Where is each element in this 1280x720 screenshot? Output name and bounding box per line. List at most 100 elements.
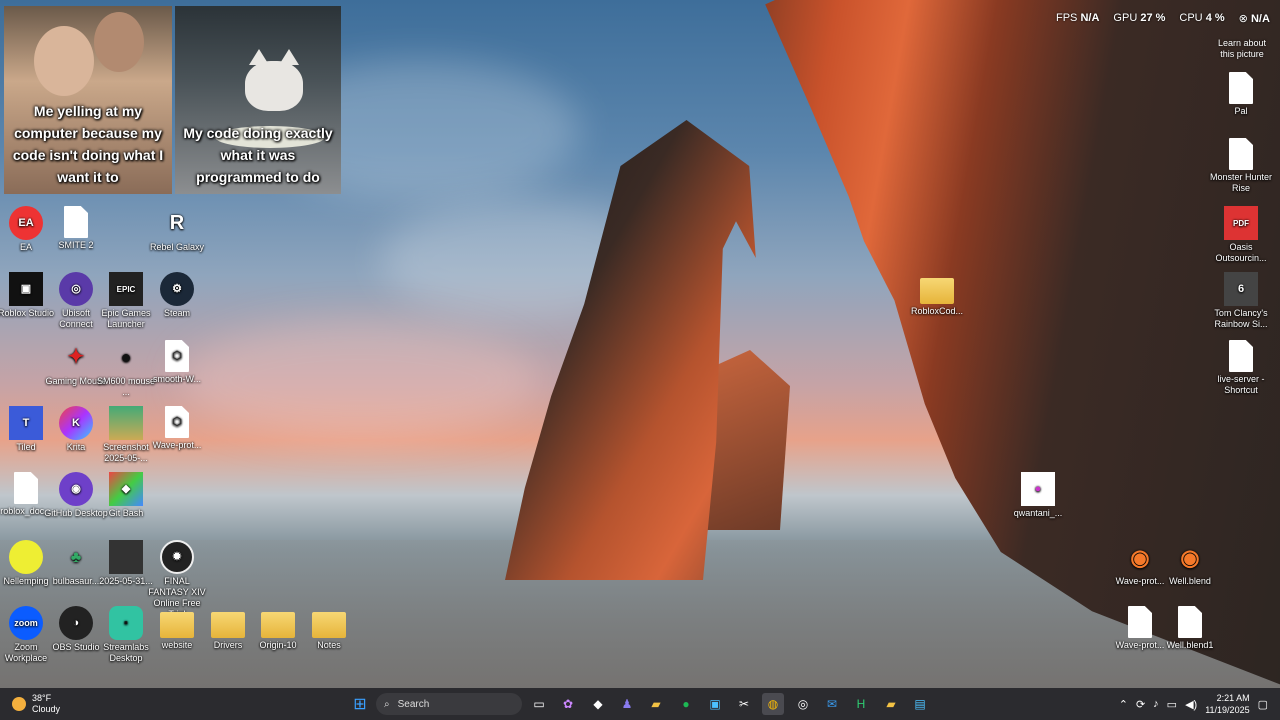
cube-file-icon: ⬡ xyxy=(165,340,189,372)
desktop-icon-smooth-w[interactable]: ⬡ smooth-W... xyxy=(145,340,209,385)
sync-icon[interactable]: ⟳ xyxy=(1136,698,1145,711)
file-icon xyxy=(1229,138,1253,170)
folder-icon xyxy=(211,612,245,638)
epic-games-icon: EPIC xyxy=(109,272,143,306)
remote-desktop-button[interactable]: ▣ xyxy=(704,693,726,715)
file-icon xyxy=(64,206,88,238)
github-taskbar-button[interactable]: ◎ xyxy=(792,693,814,715)
zoom-icon: zoom xyxy=(9,606,43,640)
weather-widget[interactable]: 38°F Cloudy xyxy=(12,693,60,715)
folder-icon xyxy=(160,612,194,638)
notification-icon[interactable]: ▢ xyxy=(1258,698,1268,711)
cat-illustration xyxy=(245,49,303,111)
desktop-icon-smite2[interactable]: SMITE 2 xyxy=(44,206,108,251)
image-icon xyxy=(109,540,143,574)
snipping-tool-button[interactable]: ✂ xyxy=(733,693,755,715)
teams-icon: ♟ xyxy=(621,697,633,711)
desktop-icon-rainbow-six[interactable]: 6 Tom Clancy's Rainbow Si... xyxy=(1209,272,1273,330)
teams-button[interactable]: ♟ xyxy=(616,693,638,715)
cpu-value: 4 % xyxy=(1205,12,1225,24)
obs-icon: ◑ xyxy=(59,606,93,640)
desktop-icon-steam[interactable]: ⚙ Steam xyxy=(145,272,209,319)
windows-logo-icon: ⊞ xyxy=(353,696,367,713)
krita-icon: K xyxy=(59,406,93,440)
roblox-studio-icon: ▣ xyxy=(9,272,43,306)
folder-icon xyxy=(920,278,954,304)
mouse-icon: ● xyxy=(120,346,132,367)
folder-icon: ▰ xyxy=(886,697,896,711)
weather-description: Cloudy xyxy=(32,704,61,714)
clock-time: 2:21 AM xyxy=(1216,693,1250,703)
chevron-up-icon[interactable]: ⌃ xyxy=(1119,698,1128,711)
ffxiv-icon: ✹ xyxy=(160,540,194,574)
blender-icon: ◉ xyxy=(1180,544,1200,570)
desktop-icon-wave-prot[interactable]: ⬡ Wave-prot... xyxy=(145,406,209,451)
desktop-icon-notes[interactable]: Notes xyxy=(297,606,361,651)
system-tray: ⌃ ⟳ ♪ ▭ ◀) 2:21 AM 11/19/2025 ▢ xyxy=(1119,692,1268,716)
folder-taskbar-button[interactable]: ▰ xyxy=(880,693,902,715)
pdf-icon: PDF xyxy=(1224,206,1258,240)
desktop-icon-git-bash[interactable]: ◆ Git Bash xyxy=(94,472,158,519)
app-h-button[interactable]: H xyxy=(850,693,872,715)
meme-right-panel: My code doing exactly what it was progra… xyxy=(175,6,341,194)
meme-left-panel: Me yelling at my computer because my cod… xyxy=(4,6,172,194)
github-icon: ◉ xyxy=(59,472,93,506)
chrome-button[interactable]: ◍ xyxy=(762,693,784,715)
search-box[interactable]: ⌕ Search xyxy=(376,693,522,715)
file-icon xyxy=(1229,340,1253,372)
network-icon[interactable]: ▭ xyxy=(1167,698,1177,711)
clock[interactable]: 2:21 AM 11/19/2025 xyxy=(1205,692,1249,716)
file-icon xyxy=(1229,72,1253,104)
weather-temperature: 38°F xyxy=(32,693,52,703)
learn-about-picture[interactable]: Learn about this picture xyxy=(1212,38,1272,60)
tiled-icon: T xyxy=(9,406,43,440)
weather-cloudy-icon xyxy=(12,697,26,711)
h-app-icon: H xyxy=(856,697,866,711)
task-view-icon: ▭ xyxy=(533,697,545,711)
microphone-icon[interactable]: ♪ xyxy=(1153,698,1159,710)
copilot-icon: ✿ xyxy=(562,697,574,711)
volume-icon[interactable]: ◀) xyxy=(1185,698,1197,711)
start-button[interactable]: ⊞ xyxy=(349,693,371,715)
desktop-icon-rebel-galaxy[interactable]: R Rebel Galaxy xyxy=(145,206,209,253)
image-icon xyxy=(9,540,43,574)
chrome-icon: ◍ xyxy=(767,697,779,711)
cube-file-icon: ⬡ xyxy=(165,406,189,438)
spotify-button[interactable]: ● xyxy=(675,693,697,715)
folder-icon xyxy=(312,612,346,638)
desktop-icon-live-server[interactable]: live-server - Shortcut xyxy=(1209,340,1273,396)
desktop-icon-pal[interactable]: Pal xyxy=(1209,72,1273,117)
monitor-icon: ▣ xyxy=(709,697,721,711)
desktop-icon-oasis[interactable]: PDF Oasis Outsourcin... xyxy=(1209,206,1273,264)
file-icon xyxy=(1178,606,1202,638)
cpu-label: CPU xyxy=(1179,12,1203,24)
meme-left-caption: Me yelling at my computer because my cod… xyxy=(12,103,164,185)
gpu-value: 27 % xyxy=(1140,12,1166,24)
image-icon: ♣ xyxy=(70,548,82,566)
desktop-icon-qwantani[interactable]: ● qwantani_... xyxy=(1006,472,1070,519)
git-icon: ◆ xyxy=(109,472,143,506)
folder-icon xyxy=(261,612,295,638)
copilot-button[interactable]: ✿ xyxy=(557,693,579,715)
image-icon: ● xyxy=(1021,472,1055,506)
folder-icon: ▰ xyxy=(651,697,661,711)
desktop-icon-robloxcod[interactable]: RobloxCod... xyxy=(905,272,969,317)
meme-right-caption: My code doing exactly what it was progra… xyxy=(183,125,333,185)
desktop-icon-monster-hunter[interactable]: Monster Hunter Rise xyxy=(1209,138,1273,194)
desktop-icon-well-blend1[interactable]: Well.blend1 xyxy=(1158,606,1222,651)
outlook-button[interactable]: ✉ xyxy=(821,693,843,715)
rainbow-six-icon: 6 xyxy=(1224,272,1258,306)
snipping-icon: ✂ xyxy=(738,697,750,711)
notepad-button[interactable]: ▤ xyxy=(909,693,931,715)
roblox-taskbar-button[interactable]: ◆ xyxy=(587,693,609,715)
file-explorer-button[interactable]: ▰ xyxy=(645,693,667,715)
task-view-button[interactable]: ▭ xyxy=(528,693,550,715)
rebel-galaxy-icon: R xyxy=(169,211,185,234)
gaming-mouse-icon: ✦ xyxy=(67,345,85,368)
fps-label: FPS xyxy=(1056,12,1078,24)
clock-date: 11/19/2025 xyxy=(1205,705,1250,715)
blender-icon: ◉ xyxy=(1130,544,1150,570)
desktop-icon-well-blend[interactable]: ◉ Well.blend xyxy=(1158,540,1222,587)
search-placeholder: Search xyxy=(397,698,430,710)
overlay-logo-icon: ⊗ xyxy=(1238,13,1248,25)
